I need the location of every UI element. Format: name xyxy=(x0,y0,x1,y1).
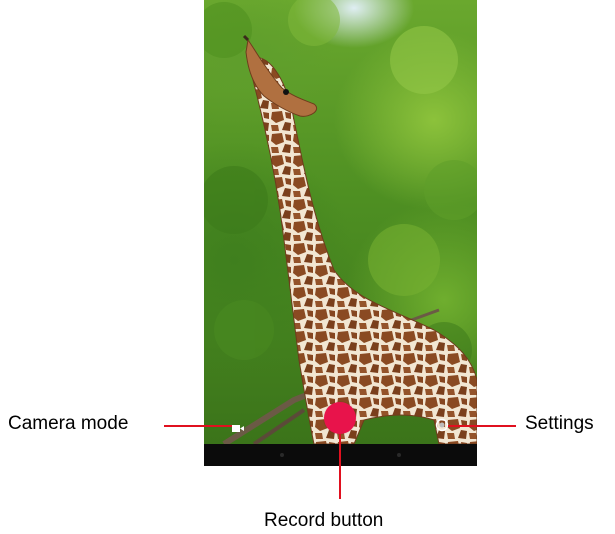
settings-ring-icon xyxy=(435,418,449,432)
settings-callout: Settings xyxy=(525,413,594,434)
record-button-callout-line xyxy=(339,434,341,499)
giraffe-scene xyxy=(204,0,477,444)
record-button-callout: Record button xyxy=(264,510,384,531)
record-button[interactable] xyxy=(324,402,356,434)
camera-mode-callout: Camera mode xyxy=(8,413,129,434)
settings-callout-line xyxy=(448,425,516,427)
camera-mode-callout-line xyxy=(164,425,232,427)
nav-recents-dot[interactable] xyxy=(397,453,401,457)
nav-back-dot[interactable] xyxy=(280,453,284,457)
camera-viewfinder xyxy=(204,0,477,444)
video-camera-icon xyxy=(232,425,244,432)
phone-screen xyxy=(204,0,477,466)
camera-mode-button[interactable] xyxy=(232,420,244,432)
settings-button[interactable] xyxy=(435,418,449,432)
